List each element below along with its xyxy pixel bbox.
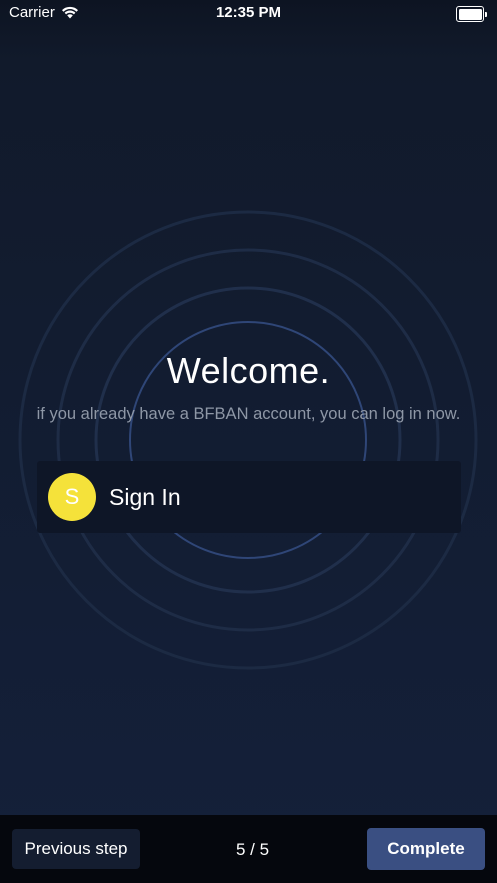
sign-in-avatar: S (48, 473, 96, 521)
status-bar: Carrier 12:35 PM (0, 0, 497, 26)
status-time: 12:35 PM (215, 4, 282, 21)
battery-fill (458, 8, 482, 20)
ring-3 (94, 286, 402, 594)
onboarding-screen: Carrier 12:35 PM Welcome. if you already… (0, 0, 497, 883)
sign-in-button[interactable]: S Sign In (37, 461, 461, 533)
ring-4 (56, 248, 440, 632)
welcome-title: Welcome. (166, 350, 331, 391)
bottom-navigation-bar: Previous step 5 / 5 Complete (0, 815, 497, 883)
background-rings (18, 210, 478, 670)
battery-body (456, 6, 484, 22)
battery-cap (485, 11, 487, 17)
complete-button[interactable]: Complete (367, 828, 485, 870)
welcome-subtitle: if you already have a BFBAN account, you… (36, 405, 461, 423)
ring-outer (18, 210, 478, 670)
sign-in-label: Sign In (109, 483, 181, 510)
battery-icon (456, 6, 487, 22)
